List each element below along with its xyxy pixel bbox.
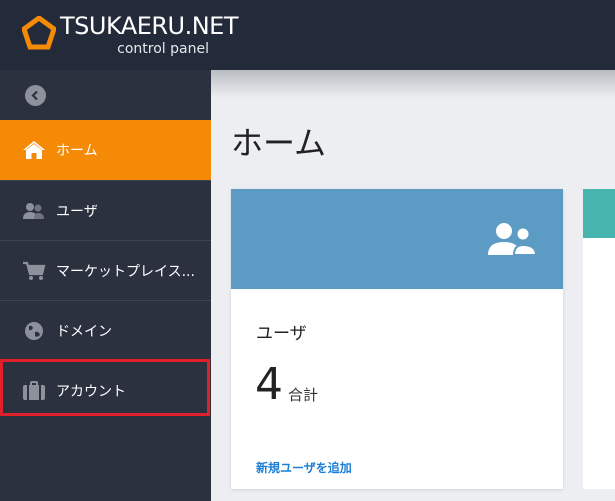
sidebar-item-label: アカウント: [56, 384, 126, 400]
sidebar-item-label: ホーム: [56, 143, 98, 159]
sidebar: ホーム ユーザ マーケットプレイス... ドメイン アカウント: [0, 70, 211, 501]
sidebar-collapse-button[interactable]: [25, 85, 46, 106]
users-card: ユーザ 4 合計 新規ユーザを追加: [231, 189, 563, 489]
brand-title[interactable]: TSUKAERU.NET: [60, 12, 239, 40]
users-icon: [23, 203, 44, 219]
briefcase-icon: [23, 381, 45, 400]
sidebar-item-label: マーケットプレイス...: [56, 264, 195, 280]
top-header: TSUKAERU.NET control panel: [0, 0, 615, 70]
sidebar-item-label: ユーザ: [56, 204, 98, 220]
brand-subtitle: control panel: [117, 41, 209, 57]
pentagon-logo-icon[interactable]: [22, 16, 56, 50]
sidebar-collapse-row: [0, 70, 211, 120]
users-card-header: [231, 189, 563, 289]
cart-icon: [23, 261, 46, 280]
users-count: 4: [255, 359, 283, 410]
sidebar-item-users[interactable]: ユーザ: [0, 180, 211, 240]
chevron-left-icon: [31, 90, 38, 101]
globe-icon: [25, 322, 43, 340]
home-icon: [23, 141, 45, 159]
sidebar-item-domain[interactable]: ドメイン: [0, 300, 211, 360]
page-title: ホーム: [231, 124, 327, 162]
sidebar-item-home[interactable]: ホーム: [0, 120, 211, 180]
users-icon: [488, 223, 538, 256]
sidebar-item-label: ドメイン: [56, 324, 112, 340]
users-card-title: ユーザ: [256, 324, 307, 344]
sidebar-item-account[interactable]: アカウント: [0, 360, 211, 420]
sidebar-item-marketplace[interactable]: マーケットプレイス...: [0, 240, 211, 300]
second-card-header: [583, 189, 615, 238]
add-user-link[interactable]: 新規ユーザを追加: [256, 459, 352, 476]
content-top-shadow: [211, 70, 615, 98]
users-count-label: 合計: [288, 386, 319, 404]
second-card: [583, 189, 615, 489]
